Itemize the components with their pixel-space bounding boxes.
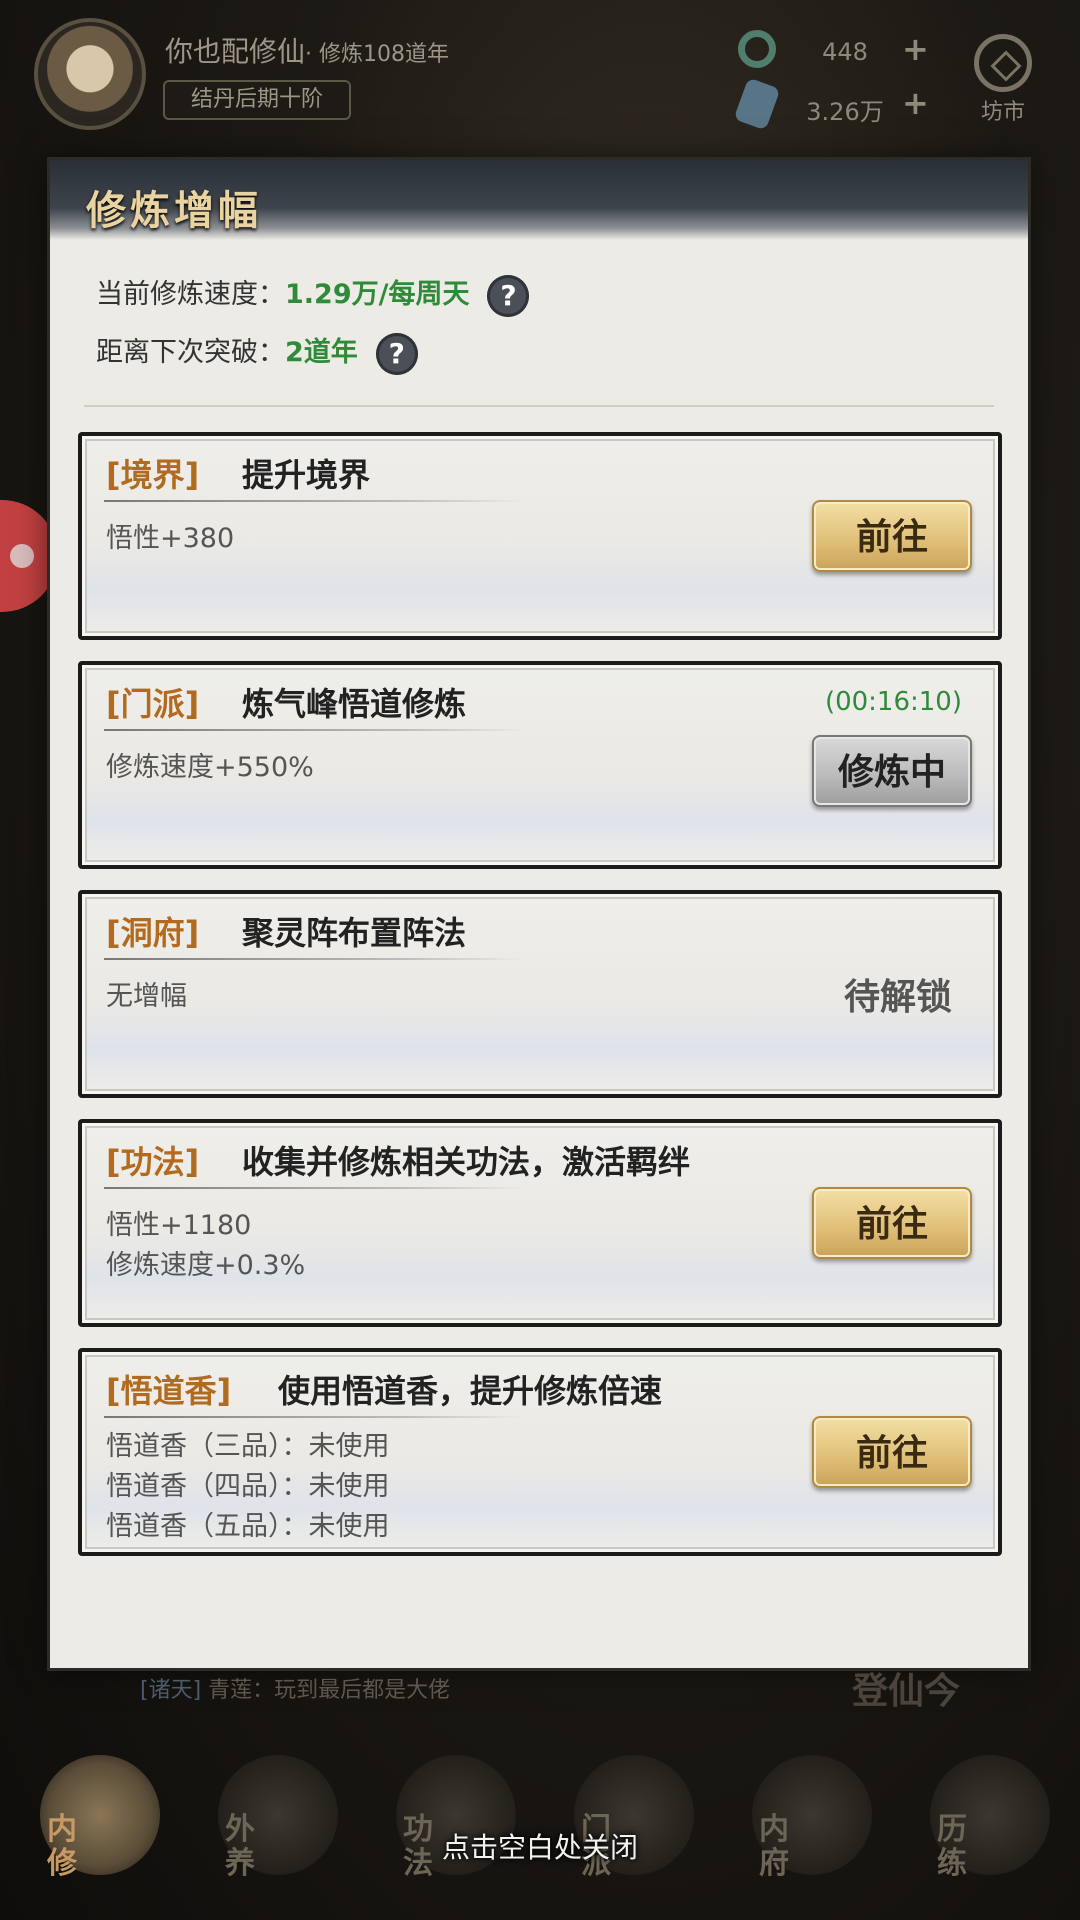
card-rule — [104, 729, 524, 731]
card-tag: [门派] — [106, 685, 200, 723]
card-name: 提升境界 — [242, 456, 371, 494]
nav-technique[interactable]: 功法 — [386, 1755, 526, 1895]
card-effect: 悟性+1180 — [106, 1210, 252, 1241]
stone-amount: 3.26万 — [806, 98, 884, 126]
card-effect: 修炼速度+550% — [106, 752, 314, 783]
player-name-text: 你也配修仙 — [165, 35, 306, 68]
chat-message: 青莲：玩到最后都是大佬 — [208, 1678, 451, 1703]
close-hint[interactable]: 点击空白处关闭 — [0, 1826, 1080, 1866]
rank-badge: 结丹后期十阶 — [163, 80, 351, 120]
breakthrough-label: 距离下次突破： — [96, 337, 285, 368]
card-rule — [104, 958, 524, 960]
locked-status: 待解锁 — [843, 977, 952, 1018]
world-chat-line[interactable]: [诸天] 青莲：玩到最后都是大佬 — [140, 1672, 450, 1704]
nav-inner-cultivation[interactable]: 内修 — [30, 1755, 170, 1895]
breakthrough-help-icon[interactable]: ? — [375, 332, 418, 375]
dialog-title: 修炼增幅 — [86, 187, 262, 234]
card-effect: 悟道香（三品）：未使用 — [106, 1431, 390, 1462]
boost-card-sect: [门派] 炼气峰悟道修炼 (00:16:10) 修炼速度+550% 修炼中 — [78, 661, 1002, 869]
player-avatar[interactable] — [34, 18, 146, 130]
realm-go-button[interactable]: 前往 — [812, 500, 972, 572]
card-effect: 无增幅 — [106, 981, 187, 1012]
jade-amount: 448 — [822, 38, 868, 66]
add-jade-button[interactable]: + — [902, 30, 929, 68]
nav-outer-care[interactable]: 外养 — [208, 1755, 348, 1895]
card-tag: [悟道香] — [106, 1372, 232, 1410]
card-rule — [104, 1187, 524, 1189]
card-tag: [洞府] — [106, 914, 200, 952]
card-name: 使用悟道香，提升修炼倍速 — [278, 1372, 663, 1410]
nav-training[interactable]: 历练 — [920, 1755, 1060, 1895]
card-tag: [境界] — [106, 456, 200, 494]
boost-card-cave: [洞府] 聚灵阵布置阵法 无增幅 待解锁 — [78, 890, 1002, 1098]
boost-card-technique: [功法] 收集并修炼相关功法，激活羁绊 悟性+1180 修炼速度+0.3% 前往 — [78, 1119, 1002, 1327]
background-banner-text: 登仙今 — [851, 1671, 960, 1712]
spirit-stone-icon — [733, 77, 781, 131]
card-tag: [功法] — [106, 1143, 200, 1181]
current-speed-label: 当前修炼速度： — [96, 279, 285, 310]
breakthrough-value: 2道年 — [285, 337, 358, 368]
card-name: 聚灵阵布置阵法 — [242, 914, 467, 952]
market-button[interactable]: 坊市 — [966, 34, 1040, 125]
market-label: 坊市 — [980, 100, 1025, 125]
card-effect: 悟性+380 — [106, 523, 235, 554]
technique-go-button[interactable]: 前往 — [812, 1187, 972, 1259]
nav-cave[interactable]: 内府 — [742, 1755, 882, 1895]
card-name: 炼气峰悟道修炼 — [242, 685, 467, 723]
card-rule — [104, 500, 524, 502]
card-effect: 修炼速度+0.3% — [106, 1250, 306, 1281]
add-stone-button[interactable]: + — [902, 84, 929, 122]
chat-channel: [诸天] — [140, 1678, 202, 1703]
speed-help-icon[interactable]: ? — [487, 274, 530, 317]
boost-card-incense: [悟道香] 使用悟道香，提升修炼倍速 悟道香（三品）：未使用 悟道香（四品）：未… — [78, 1348, 1002, 1556]
cultivating-button[interactable]: 修炼中 — [812, 735, 972, 807]
card-rule — [104, 1416, 524, 1418]
player-cultivation-years: · 修炼108道年 — [305, 42, 449, 67]
jade-currency-icon — [738, 30, 776, 68]
cultivation-boost-dialog: 修炼增幅 当前修炼速度：1.29万/每周天? 距离下次突破：2道年? [境界] … — [50, 160, 1028, 1668]
card-effect: 悟道香（五品）：未使用 — [106, 1511, 390, 1542]
breakthrough-line: 距离下次突破：2道年? — [96, 330, 418, 375]
info-divider — [84, 405, 994, 407]
card-name: 收集并修炼相关功法，激活羁绊 — [242, 1143, 691, 1181]
player-name: 你也配修仙· 修炼108道年 — [165, 30, 449, 70]
incense-go-button[interactable]: 前往 — [812, 1416, 972, 1488]
market-icon — [974, 34, 1032, 92]
card-effect: 悟道香（四品）：未使用 — [106, 1471, 390, 1502]
nav-sect[interactable]: 门派 — [564, 1755, 704, 1895]
dialog-header: 修炼增幅 — [50, 160, 1028, 240]
boost-card-realm: [境界] 提升境界 悟性+380 前往 — [78, 432, 1002, 640]
top-status-bar: 你也配修仙· 修炼108道年 结丹后期十阶 448 + 3.26万 + 坊市 — [0, 0, 1080, 150]
current-speed-value: 1.29万/每周天 — [285, 279, 470, 310]
current-speed-line: 当前修炼速度：1.29万/每周天? — [96, 272, 530, 317]
cultivation-timer: (00:16:10) — [824, 687, 962, 717]
